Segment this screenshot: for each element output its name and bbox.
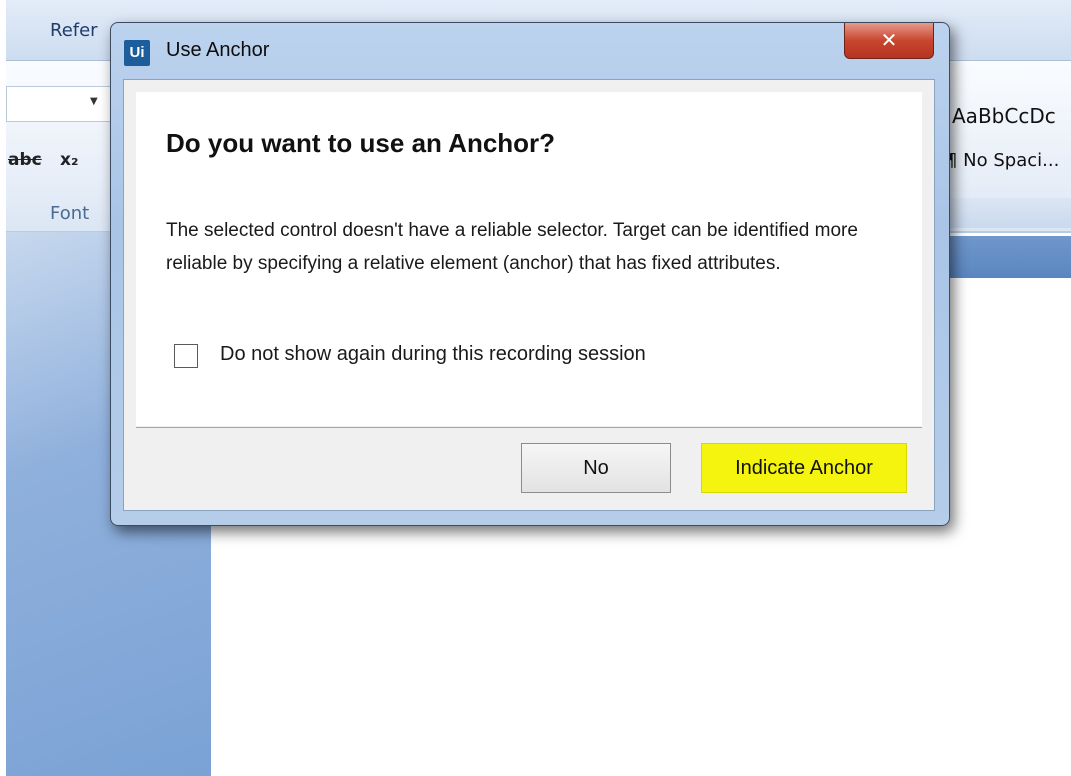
button-bar-divider [136, 427, 922, 428]
dont-show-again-label[interactable]: Do not show again during this recording … [220, 343, 646, 366]
style-name-no-spacing[interactable]: ¶ No Spaci... [946, 150, 1059, 171]
styles-group-band [946, 198, 1071, 228]
dont-show-again-checkbox[interactable] [174, 344, 198, 368]
dialog-heading: Do you want to use an Anchor? [166, 128, 556, 158]
chevron-down-icon[interactable]: ▼ [90, 96, 98, 107]
font-group-label: Font [50, 203, 90, 224]
ribbon-tab-references[interactable]: Refer [50, 20, 98, 41]
close-icon: ✕ [880, 28, 898, 52]
style-preview[interactable]: AaBbCcDc [952, 104, 1056, 128]
subscript-button[interactable]: x₂ [60, 150, 78, 170]
close-button[interactable]: ✕ [844, 23, 934, 59]
dialog-client-area: Do you want to use an Anchor? The select… [123, 79, 935, 511]
strikethrough-button[interactable]: abc [8, 150, 42, 170]
dialog-titlebar[interactable]: Ui Use Anchor ✕ [111, 23, 949, 79]
dialog-content-panel: Do you want to use an Anchor? The select… [136, 92, 922, 426]
use-anchor-dialog: Ui Use Anchor ✕ Do you want to use an An… [110, 22, 950, 526]
indicate-anchor-button[interactable]: Indicate Anchor [701, 443, 907, 493]
dialog-message: The selected control doesn't have a reli… [166, 220, 858, 274]
no-button[interactable]: No [521, 443, 671, 493]
uipath-logo-icon: Ui [124, 40, 150, 66]
dialog-title: Use Anchor [166, 39, 270, 61]
document-ruler-band [946, 236, 1071, 278]
